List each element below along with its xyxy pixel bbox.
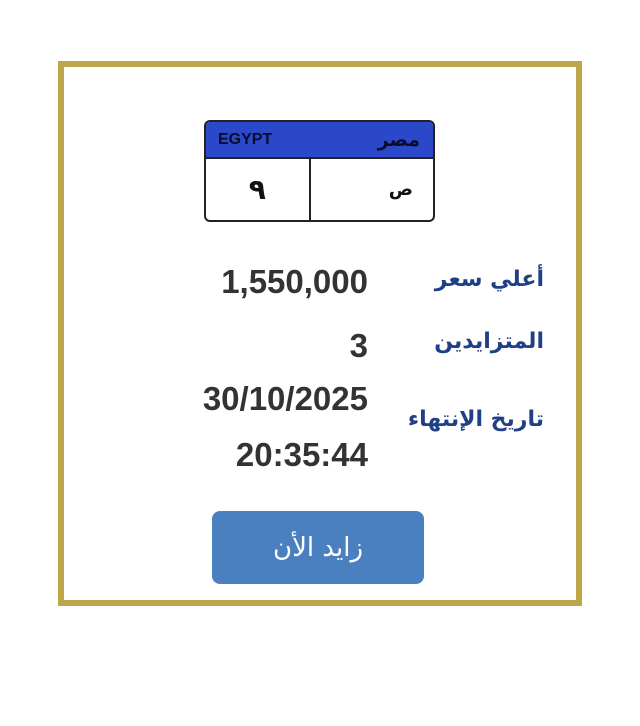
plate-header: EGYPT مصر bbox=[206, 122, 433, 159]
end-time-value: 20:35:44 bbox=[235, 436, 368, 473]
highest-price-label: أعلي سعر bbox=[434, 267, 544, 292]
bidders-label: المتزايدين bbox=[434, 329, 544, 354]
highest-price-value: 1,550,000 bbox=[221, 263, 368, 300]
license-plate: EGYPT مصر ٩ ص bbox=[204, 120, 435, 222]
plate-number: ٩ bbox=[206, 159, 311, 220]
plate-body: ٩ ص bbox=[206, 159, 433, 220]
plate-country-ar: مصر bbox=[377, 128, 420, 151]
plate-country-en: EGYPT bbox=[218, 130, 273, 148]
end-date-label: تاريخ الإنتهاء bbox=[407, 407, 544, 432]
auction-card: EGYPT مصر ٩ ص 1,550,000 أعلي سعر 3 المتز… bbox=[58, 61, 582, 606]
end-date-value: 30/10/2025 bbox=[202, 380, 368, 417]
plate-letter: ص bbox=[388, 179, 413, 200]
bidders-value: 3 bbox=[349, 327, 368, 364]
bid-now-button[interactable]: زايد الأن bbox=[212, 511, 424, 584]
